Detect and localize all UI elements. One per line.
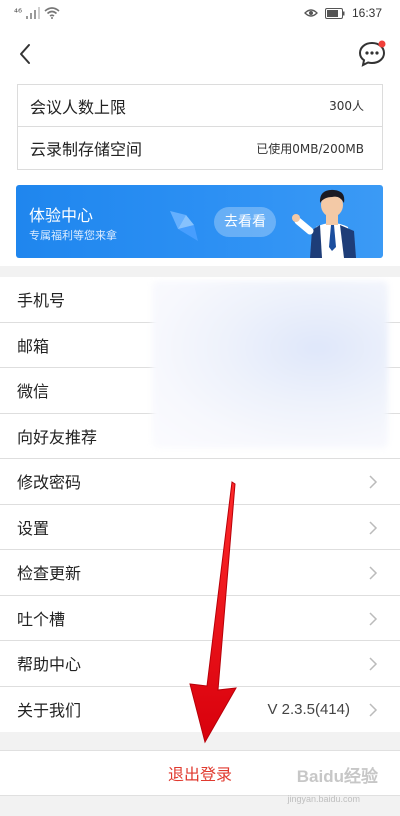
menu-item-settings[interactable]: 设置 xyxy=(0,505,400,550)
menu-item-label: 向好友推荐 xyxy=(17,427,98,447)
network-type-label: ⁴⁶ xyxy=(14,7,23,19)
experience-center-banner[interactable]: 体验中心 专属福利等您来拿 去看看 xyxy=(16,185,383,258)
chevron-right-icon xyxy=(369,520,378,535)
menu-item-about-us[interactable]: 关于我们 V 2.3.5(414) xyxy=(0,687,400,733)
decorative-ribbon-icon xyxy=(170,211,198,241)
menu-item-check-update[interactable]: 检查更新 xyxy=(0,550,400,596)
menu-item-label: 修改密码 xyxy=(17,473,82,493)
menu-item-help-center[interactable]: 帮助中心 xyxy=(0,641,400,687)
menu-item-label: 邮箱 xyxy=(17,336,50,356)
info-label: 会议人数上限 xyxy=(30,97,127,117)
cloud-storage-row: 云录制存储空间 已使用0MB/200MB xyxy=(18,127,382,170)
businessman-illustration xyxy=(292,189,356,258)
chat-bubble-icon[interactable] xyxy=(356,38,388,70)
wifi-icon xyxy=(44,7,60,19)
signal-icon xyxy=(26,7,41,19)
battery-icon xyxy=(324,7,345,19)
menu-item-label: 吐个槽 xyxy=(17,609,66,629)
baidu-watermark-url: jingyan.baidu.com xyxy=(287,794,360,804)
meeting-capacity-row: 会议人数上限 300人 xyxy=(18,84,382,127)
chevron-right-icon xyxy=(369,566,378,580)
baidu-watermark: Baidu经验 xyxy=(296,767,378,786)
chevron-right-icon xyxy=(369,475,378,489)
meeting-info-box: 会议人数上限 300人 云录制存储空间 已使用0MB/200MB xyxy=(17,84,383,170)
info-label: 云录制存储空间 xyxy=(30,140,143,159)
logout-label: 退出登录 xyxy=(167,765,232,784)
chevron-right-icon xyxy=(369,702,378,717)
info-value: 300人 xyxy=(329,99,364,113)
menu-item-label: 关于我们 xyxy=(17,701,82,721)
banner-title: 体验中心 xyxy=(29,206,94,225)
account-summary-card: 会议人数上限 300人 云录制存储空间 已使用0MB/200MB 体验中心 专属… xyxy=(0,84,400,266)
eye-icon xyxy=(304,9,318,17)
status-left: ⁴⁶ xyxy=(14,6,60,20)
banner-subtitle: 专属福利等您来拿 xyxy=(29,229,117,242)
info-value: 已使用0MB/200MB xyxy=(256,141,364,156)
chevron-right-icon xyxy=(369,611,378,626)
menu-item-label: 微信 xyxy=(17,382,50,402)
menu-item-label: 帮助中心 xyxy=(17,655,82,675)
go-see-button[interactable]: 去看看 xyxy=(214,207,276,237)
menu-item-label: 手机号 xyxy=(17,291,66,311)
status-bar: ⁴⁶ 16:37 xyxy=(0,0,400,26)
back-arrow-icon[interactable] xyxy=(14,42,38,66)
menu-item-change-password[interactable]: 修改密码 xyxy=(0,459,400,505)
blurred-personal-info xyxy=(152,281,388,448)
menu-item-feedback[interactable]: 吐个槽 xyxy=(0,596,400,641)
app-version-value: V 2.3.5(414) xyxy=(267,700,350,718)
menu-item-label: 设置 xyxy=(17,518,50,538)
clock-time: 16:37 xyxy=(351,6,382,20)
menu-item-label: 检查更新 xyxy=(17,564,82,584)
top-navigation-bar xyxy=(0,26,400,84)
chevron-right-icon xyxy=(369,657,378,671)
status-right: 16:37 xyxy=(304,4,382,22)
